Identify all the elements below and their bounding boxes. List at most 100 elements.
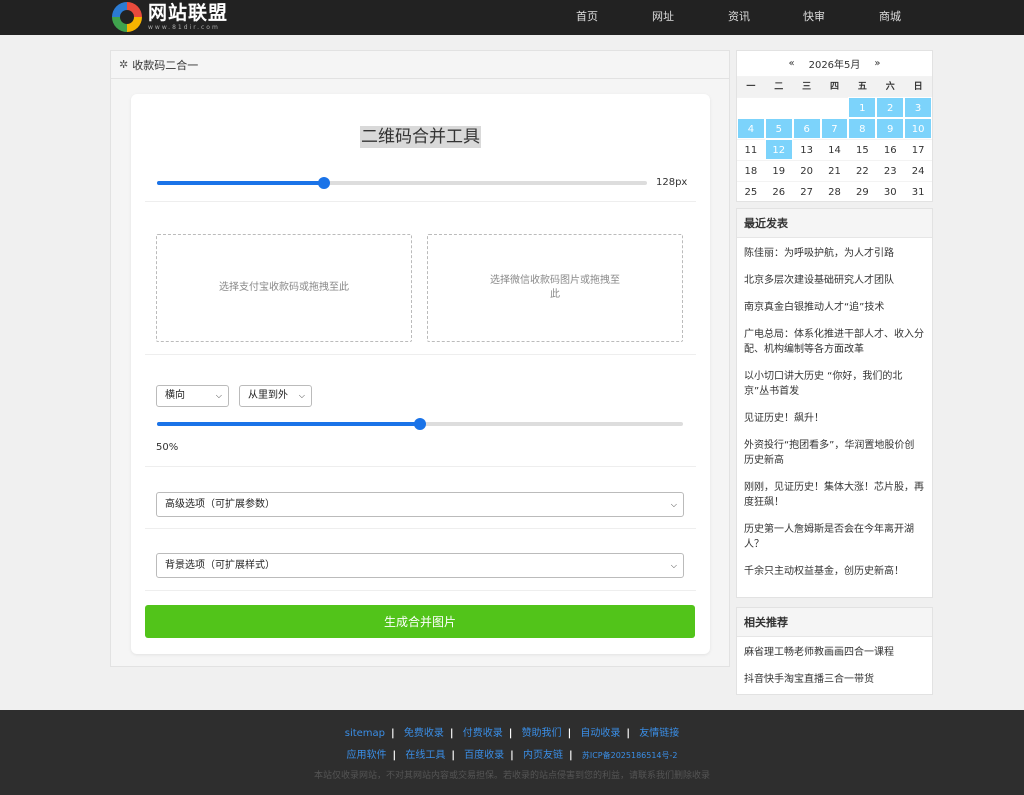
calendar-day: 17 [904, 139, 932, 160]
recent-post-link[interactable]: 北京多层次建设基础研究人才团队 [737, 267, 932, 294]
calendar-day-with-post[interactable]: 12 [764, 139, 793, 160]
footer-note: 本站仅收录网站，不对其网站内容或交易担保。若收录的站点侵害到您的利益，请联系我们… [313, 771, 710, 781]
recent-post-link[interactable]: 千余只主动权益基金，创历史新高！ [737, 558, 932, 585]
calendar-weekday: 二 [764, 76, 793, 97]
site-logo[interactable]: 网站联盟 www.81dir.com [112, 2, 228, 32]
divider [145, 201, 696, 202]
tool-card: 二维码合并工具 128px 选择支付宝收款码或拖拽至此 选择微信收款码图片或拖拽… [131, 94, 710, 654]
size-slider[interactable] [157, 177, 647, 189]
recent-post-link[interactable]: 陈佳丽：为呼吸护航，为人才引路 [737, 240, 932, 267]
calendar-day: 11 [737, 139, 765, 160]
size-value: 128px [656, 177, 688, 188]
direction-select[interactable]: 横向 ⌵ [156, 385, 229, 407]
calendar-day: 27 [792, 181, 821, 202]
footer-links-row: sitemap | 免费收录 | 付费收录 | 赞助我们 | 自动收录 | 友情链接 [0, 724, 1024, 739]
calendar-next-button[interactable]: » [874, 58, 880, 69]
calendar-day: 22 [848, 160, 877, 181]
wechat-drop-zone[interactable]: 选择微信收款码图片或拖拽至此 [427, 234, 683, 342]
chevron-down-icon: ⌵ [215, 391, 222, 400]
calendar-day: 29 [848, 181, 877, 202]
chevron-down-icon: ⌵ [670, 561, 677, 570]
calendar-day: 24 [904, 160, 932, 181]
footer-link-sitemap[interactable]: sitemap [345, 728, 385, 739]
advanced-options-select[interactable]: 高级选项（可扩展参数） ⌵ [156, 492, 684, 517]
calendar-month: 2026年5月 [808, 60, 861, 71]
divider [145, 354, 696, 355]
nav-home[interactable]: 首页 [576, 0, 598, 35]
calendar-weekday: 四 [820, 76, 849, 97]
recent-post-link[interactable]: 广电总局：体系化推进干部人才、收入分配、机构编制等各方面改革 [737, 321, 932, 363]
recent-post-link[interactable]: 历史第一人詹姆斯是否会在今年离开湖人？ [737, 516, 932, 558]
calendar-day-with-post[interactable]: 10 [904, 118, 932, 139]
calendar-empty-cell [820, 97, 849, 118]
footer-separator: | [626, 728, 631, 739]
footer-link-baidu[interactable]: 百度收录 [464, 750, 504, 761]
calendar-day-with-post[interactable]: 4 [737, 118, 765, 139]
recent-post-link[interactable]: 刚刚，见证历史！集体大涨！芯片股，再度狂飙！ [737, 474, 932, 516]
footer-separator: | [508, 728, 513, 739]
recent-post-link[interactable]: 外资投行“抱团看多”，华润置地股价创历史新高 [737, 432, 932, 474]
recent-post-link[interactable]: 南京真金白银推动人才“追”技术 [737, 294, 932, 321]
recent-posts-box: 最近发表 陈佳丽：为呼吸护航，为人才引路 北京多层次建设基础研究人才团队 南京真… [736, 208, 933, 598]
calendar-day: 16 [876, 139, 905, 160]
pin-icon: ✲ [119, 58, 129, 71]
footer-icp-link[interactable]: 苏ICP备2025186514号-2 [582, 751, 678, 760]
calendar-day-with-post[interactable]: 1 [848, 97, 877, 118]
order-value: 从里到外 [248, 390, 288, 401]
recent-posts-title: 最近发表 [737, 209, 932, 238]
size-slider-thumb[interactable] [317, 177, 330, 189]
calendar-day: 26 [764, 181, 793, 202]
calendar-prev-button[interactable]: « [788, 58, 794, 69]
background-options-value: 背景选项（可扩展样式） [165, 560, 275, 571]
calendar-day-with-post[interactable]: 8 [848, 118, 877, 139]
calendar-day-with-post[interactable]: 7 [820, 118, 849, 139]
nav-fast-review[interactable]: 快审 [803, 0, 825, 35]
footer-separator: | [451, 750, 455, 761]
ratio-slider-fill [157, 422, 420, 426]
footer-link-paid[interactable]: 付费收录 [463, 728, 503, 739]
main-panel: ✲ 收款码二合一 二维码合并工具 128px 选择支付宝收款码或拖拽至此 选择微… [110, 50, 730, 667]
site-name: 网站联盟 [148, 1, 229, 24]
footer-link-tools[interactable]: 在线工具 [405, 750, 445, 761]
calendar-grid: 一二三四五六日 1 2 3 4 5 6 7 8 9 10 11 12 13 14 15 16 17 18 19 20 21… [737, 76, 932, 202]
chevron-down-icon: ⌵ [670, 500, 677, 509]
generate-button[interactable]: 生成合并图片 [145, 605, 695, 638]
panel-title: 收款码二合一 [132, 58, 199, 72]
calendar-weekday: 三 [792, 76, 821, 97]
footer: sitemap | 免费收录 | 付费收录 | 赞助我们 | 自动收录 | 友情链接 应用… [0, 710, 1024, 795]
recent-post-link[interactable]: 见证历史！飙升！ [737, 405, 932, 432]
calendar-day: 31 [904, 181, 932, 202]
footer-separator: | [449, 728, 454, 739]
calendar-day-with-post[interactable]: 2 [876, 97, 905, 118]
footer-link-friends[interactable]: 友情链接 [639, 728, 679, 739]
related-link[interactable]: 麻省理工畅老师教画画四合一课程 [737, 639, 932, 666]
footer-separator: | [567, 728, 572, 739]
calendar-day-with-post[interactable]: 9 [876, 118, 905, 139]
order-select[interactable]: 从里到外 ⌵ [239, 385, 312, 407]
footer-link-apps[interactable]: 应用软件 [346, 750, 386, 761]
calendar-day: 25 [737, 181, 765, 202]
background-options-select[interactable]: 背景选项（可扩展样式） ⌵ [156, 553, 684, 578]
ratio-value: 50% [156, 442, 179, 453]
calendar-weekday: 五 [848, 76, 877, 97]
divider [145, 528, 696, 529]
footer-link-inner[interactable]: 内页友链 [523, 750, 563, 761]
nav-sites[interactable]: 网址 [652, 0, 674, 35]
nav-news[interactable]: 资讯 [728, 0, 750, 35]
footer-link-auto[interactable]: 自动收录 [580, 728, 620, 739]
recent-post-link[interactable]: 以小切口讲大历史 “你好，我们的北京”丛书首发 [737, 363, 932, 405]
ratio-slider[interactable] [157, 418, 683, 430]
calendar-day-with-post[interactable]: 5 [764, 118, 793, 139]
tool-title-wrap: 二维码合并工具 [131, 122, 710, 148]
calendar-day-with-post[interactable]: 6 [792, 118, 821, 139]
ratio-slider-thumb[interactable] [414, 418, 426, 430]
footer-link-free[interactable]: 免费收录 [404, 728, 444, 739]
calendar-empty-cell [764, 97, 793, 118]
footer-link-sponsor[interactable]: 赞助我们 [522, 728, 562, 739]
calendar-day-with-post[interactable]: 3 [904, 97, 932, 118]
calendar-day: 30 [876, 181, 905, 202]
related-link[interactable]: 抖音快手淘宝直播三合一带货 [737, 666, 932, 693]
alipay-drop-zone[interactable]: 选择支付宝收款码或拖拽至此 [156, 234, 412, 342]
nav-shop[interactable]: 商城 [879, 0, 901, 35]
calendar-day: 13 [792, 139, 821, 160]
